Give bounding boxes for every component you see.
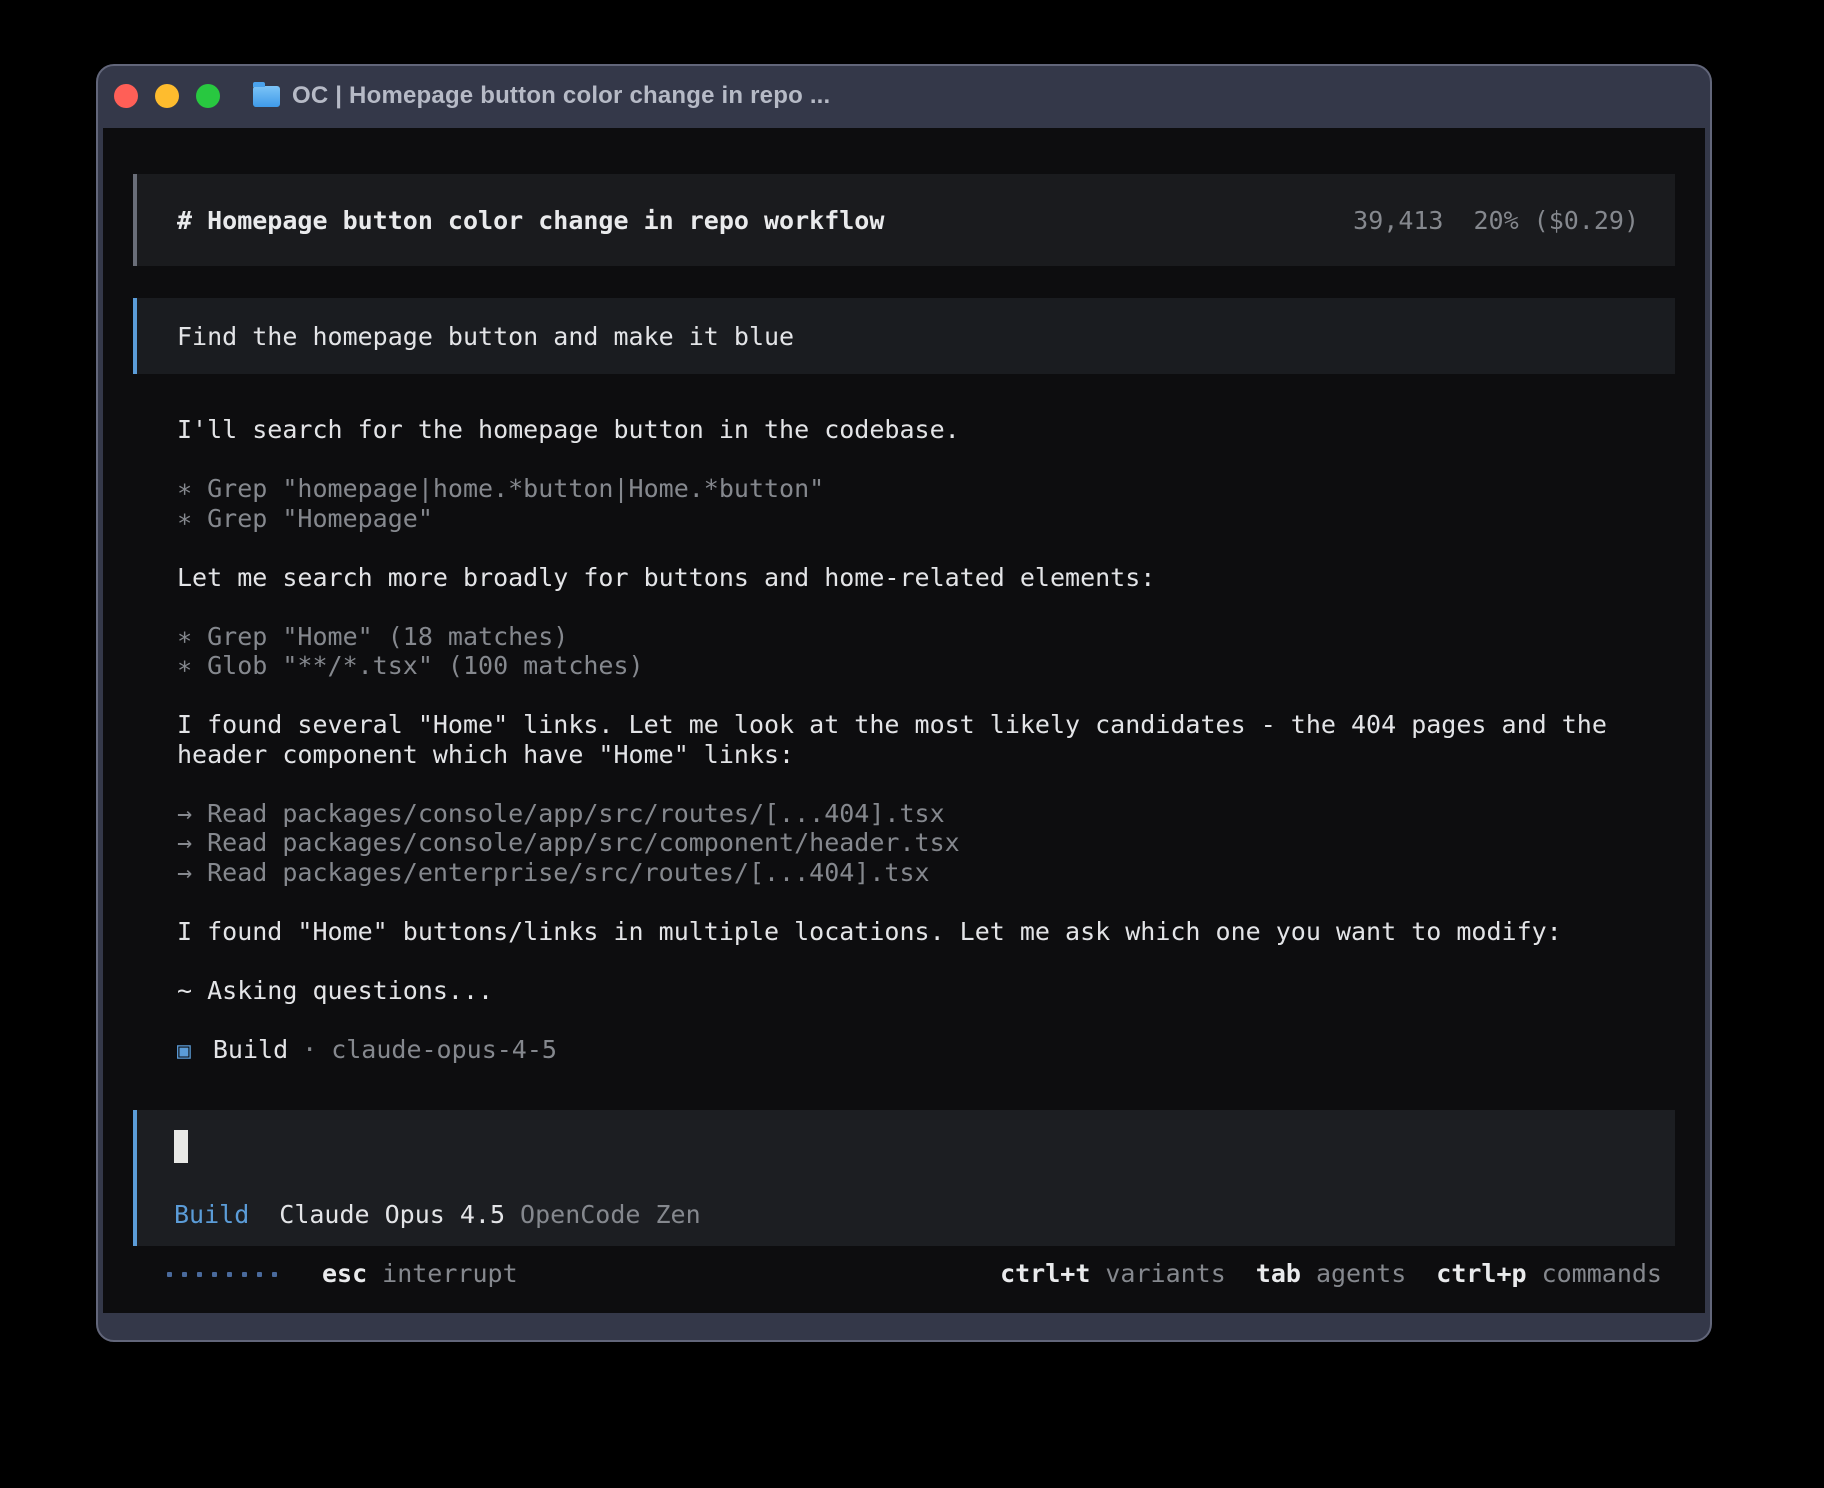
agent-model: claude-opus-4-5 <box>331 1035 557 1064</box>
agent-icon: ▣ <box>177 1038 191 1064</box>
minimize-button[interactable] <box>155 84 179 108</box>
user-message: Find the homepage button and make it blu… <box>133 298 1675 374</box>
hotkey-tab: tab agents <box>1256 1259 1406 1289</box>
context-percent: 20% <box>1473 206 1518 235</box>
blank-line <box>177 533 1679 563</box>
window-title: OC | Homepage button color change in rep… <box>292 82 830 110</box>
blank-line <box>177 946 1679 976</box>
session-stats: 39,413 20% ($0.29) <box>1353 206 1639 235</box>
hotkey-label: agents <box>1316 1259 1406 1289</box>
terminal-content: # Homepage button color change in repo w… <box>103 128 1705 1313</box>
agent-name: Build <box>213 1035 288 1064</box>
zoom-button[interactable] <box>196 84 220 108</box>
session-title: # Homepage button color change in repo w… <box>177 206 884 235</box>
blank-line <box>177 445 1679 475</box>
tool-call-line: → Read packages/console/app/src/routes/[… <box>177 799 1679 829</box>
hotkey-ctrl-t: ctrl+t variants <box>1000 1259 1226 1289</box>
assistant-text-line: I'll search for the homepage button in t… <box>177 415 1679 445</box>
folder-icon <box>253 86 280 107</box>
hotkey-label: variants <box>1105 1259 1225 1289</box>
spinner-dot <box>167 1272 172 1277</box>
close-button[interactable] <box>114 84 138 108</box>
hotkey-esc: esc interrupt <box>322 1259 518 1289</box>
blank-line <box>177 1005 1679 1035</box>
hotkey-key: ctrl+p <box>1436 1259 1526 1289</box>
user-message-text: Find the homepage button and make it blu… <box>177 322 794 351</box>
tool-call-line: ∗ Glob "**/*.tsx" (100 matches) <box>177 651 1679 681</box>
spinner-dot <box>182 1272 187 1277</box>
assistant-text-line: I found several "Home" links. Let me loo… <box>177 710 1679 769</box>
footer-left-hotkeys: esc interrupt <box>322 1259 518 1289</box>
spinner-dot <box>257 1272 262 1277</box>
titlebar[interactable]: OC | Homepage button color change in rep… <box>98 66 1710 126</box>
assistant-text-line: Let me search more broadly for buttons a… <box>177 563 1679 593</box>
assistant-text-line: I found "Home" buttons/links in multiple… <box>177 917 1679 947</box>
assistant-text-line: ~ Asking questions... <box>177 976 1679 1006</box>
tool-call-line: ∗ Grep "homepage|home.*button|Home.*butt… <box>177 474 1679 504</box>
spinner-dot <box>227 1272 232 1277</box>
tool-call-line: → Read packages/enterprise/src/routes/[.… <box>177 858 1679 888</box>
blank-line <box>177 592 1679 622</box>
prompt-status: Build Claude Opus 4.5 OpenCode Zen <box>174 1200 1675 1230</box>
spinner-dot <box>242 1272 247 1277</box>
hotkey-label: commands <box>1542 1259 1662 1289</box>
blank-line <box>177 681 1679 711</box>
spinner-dots <box>167 1272 287 1277</box>
hotkey-key: esc <box>322 1259 367 1289</box>
agent-separator: · <box>302 1035 317 1064</box>
prompt-model: Claude Opus 4.5 <box>279 1200 505 1229</box>
tool-call-line: ∗ Grep "Home" (18 matches) <box>177 622 1679 652</box>
blank-line <box>177 887 1679 917</box>
text-cursor <box>174 1130 188 1163</box>
hotkey-key: tab <box>1256 1259 1301 1289</box>
hotkey-ctrl-p: ctrl+p commands <box>1436 1259 1662 1289</box>
footer-left: esc interrupt <box>167 1259 518 1289</box>
prompt-mode: Build <box>174 1200 249 1229</box>
prompt-input[interactable]: Build Claude Opus 4.5 OpenCode Zen <box>133 1110 1675 1246</box>
footer-right-hotkeys: ctrl+t variants tab agents ctrl+p commands <box>970 1259 1662 1289</box>
token-count: 39,413 <box>1353 206 1443 235</box>
blank-line <box>177 769 1679 799</box>
agent-status-line: ▣ Build · claude-opus-4-5 <box>177 1035 1675 1065</box>
terminal-window: OC | Homepage button color change in rep… <box>96 64 1712 1342</box>
status-footer: escinterrupt ctrl+tvariantstabagentsctrl… <box>133 1259 1675 1289</box>
session-header: # Homepage button color change in repo w… <box>133 174 1675 266</box>
spinner-dot <box>272 1272 277 1277</box>
spinner-dot <box>197 1272 202 1277</box>
transcript: I'll search for the homepage button in t… <box>133 415 1679 1035</box>
hotkey-label: interrupt <box>382 1259 517 1289</box>
tool-call-line: → Read packages/console/app/src/componen… <box>177 828 1679 858</box>
spinner-dot <box>212 1272 217 1277</box>
session-cost: ($0.29) <box>1534 206 1639 235</box>
prompt-provider: OpenCode Zen <box>520 1200 701 1229</box>
tool-call-line: ∗ Grep "Homepage" <box>177 504 1679 534</box>
hotkey-key: ctrl+t <box>1000 1259 1090 1289</box>
